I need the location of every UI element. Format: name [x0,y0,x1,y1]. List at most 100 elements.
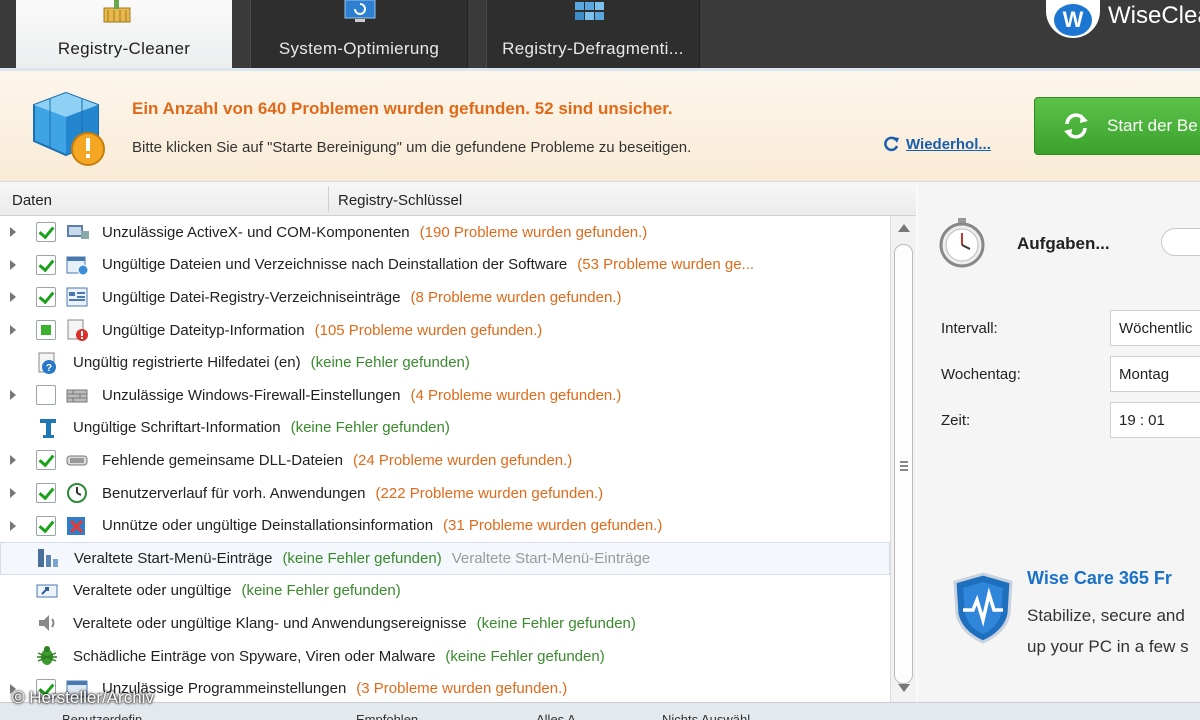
row-status: (keine Fehler gefunden) [445,647,605,665]
table-row[interactable]: Unnütze oder ungültige Deinstallationsin… [0,509,890,542]
row-label: Ungültige Datei-Registry-Verzeichniseint… [102,288,401,306]
column-divider[interactable] [328,186,329,212]
table-row[interactable]: Ungültige Schriftart-Information (keine F… [0,412,890,445]
row-label: Unnütze oder ungültige Deinstallationsin… [102,517,434,535]
interval-label: Intervall: [941,320,998,337]
schedule-toggle[interactable] [1161,228,1200,256]
row-text: Ungültige Dateityp-Information (105 Probl… [102,322,542,339]
table-row[interactable]: Unzulässige ActiveX- und COM-Komponenten… [0,216,890,249]
copyright-watermark: © Hersteller/Archiv [12,688,154,707]
row-label: Veraltete oder ungültige Klang- und Anwe… [73,614,467,632]
row-text: Veraltete oder ungültige Klang- und Anwe… [73,615,636,632]
malware-bug-icon [37,646,57,666]
table-row[interactable]: Schädliche Einträge von Spyware, Viren o… [0,640,890,673]
vertical-scrollbar[interactable] [890,216,916,702]
activex-icon [67,225,89,240]
tasks-title: Aufgaben... [1017,234,1110,253]
recommended-link[interactable]: Empfohlen [356,712,418,720]
banner-title: Ein Anzahl von 640 Problemen wurden gefu… [132,99,673,118]
banner-subtitle: Bitte klicken Sie auf "Starte Bereinigun… [132,139,692,156]
row-checkbox[interactable] [36,320,56,341]
expand-arrow-icon[interactable] [10,292,16,303]
table-row[interactable]: Fehlende gemeinsame DLL-Dateien (24 Probl… [0,444,890,477]
row-checkbox[interactable] [36,450,56,471]
expand-arrow-icon[interactable] [10,227,16,238]
expand-arrow-icon[interactable] [10,488,16,499]
row-text: Ungültige Dateien und Verzeichnisse nach… [102,256,754,273]
table-row[interactable]: Veraltete oder ungültige Klang- und Anwe… [0,607,890,640]
tab-system-optimization[interactable]: System-Optimierung [250,0,468,68]
table-row[interactable]: Ungültige Dateityp-Information (105 Probl… [0,314,890,347]
row-checkbox[interactable] [36,515,56,536]
table-row[interactable]: ? Ungültig registrierte Hilfedatei (en) (k… [0,346,890,379]
row-checkbox[interactable] [36,287,56,308]
row-status: (105 Probleme wurden gefunden.) [314,321,543,339]
row-status: (4 Probleme wurden gefunden.) [410,386,622,404]
table-row[interactable]: Veraltete oder ungültige (keine Fehler ge… [0,575,890,608]
custom-selection-link[interactable]: Benutzerdefin... [62,712,153,720]
select-all-link[interactable]: Alles A... [536,712,587,720]
expand-arrow-icon[interactable] [10,390,16,401]
scroll-up-arrow-icon[interactable] [898,224,910,232]
table-row[interactable]: Veraltete Start-Menü-Einträge (keine Fehl… [0,541,890,575]
row-text: Ungültig registrierte Hilfedatei (en) (ke… [73,354,470,371]
interval-select[interactable]: Wöchentlic [1110,310,1200,346]
top-bar: Registry-Cleaner System-Optimierung Regi… [0,0,1200,68]
weekday-label: Wochentag: [941,366,1021,383]
start-cleanup-button[interactable]: Start der Be [1034,97,1200,155]
tab-label: Registry-Defragmenti... [502,39,684,58]
registry-cube-warning-icon [33,91,105,166]
table-row[interactable]: Unzulässige Windows-Firewall-Einstellung… [0,379,890,412]
row-checkbox[interactable] [36,222,56,243]
scroll-thumb[interactable] [894,244,913,684]
wise-logo: W [1046,0,1100,38]
column-header-key[interactable]: Registry-Schlüssel [338,192,462,209]
row-status: (keine Fehler gefunden) [290,419,450,437]
scroll-down-arrow-icon[interactable] [898,684,910,692]
start-menu-icon [38,549,58,568]
row-label: Ungültig registrierte Hilfedatei (en) [73,354,301,372]
row-label: Ungültige Dateityp-Information [102,321,305,339]
repeat-scan-link[interactable]: Wiederhol... [882,135,991,153]
refresh-icon [884,136,899,152]
tab-registry-defrag[interactable]: Registry-Defragmenti... [486,0,700,68]
dll-icon [66,455,88,466]
shield-pulse-icon[interactable] [951,572,1015,644]
column-header-data[interactable]: Daten [12,192,52,209]
table-row[interactable]: Benutzerverlauf für vorh. Anwendungen (22… [0,477,890,510]
expand-arrow-icon[interactable] [10,520,16,531]
row-checkbox[interactable] [36,385,56,406]
table-header: Daten Registry-Schlüssel [0,182,916,216]
table-row[interactable]: Ungültige Datei-Registry-Verzeichniseint… [0,281,890,314]
filetype-error-icon [67,319,88,342]
uninstall-folder-icon [66,256,89,276]
selection-bar: Benutzerdefin... Empfohlen Alles A... Ni… [0,702,1200,720]
row-text: Schädliche Einträge von Spyware, Viren o… [73,648,605,665]
time-input[interactable]: 19 : 01 [1110,402,1200,438]
promo-title[interactable]: Wise Care 365 Fr [1027,568,1172,589]
repeat-scan-label: Wiederhol... [906,135,991,153]
weekday-select[interactable]: Montag [1110,356,1200,392]
row-text: Unnütze oder ungültige Deinstallationsin… [102,517,662,534]
row-registry-key: Veraltete Start-Menü-Einträge [451,549,651,567]
expand-arrow-icon[interactable] [10,259,16,270]
select-none-link[interactable]: Nichts Auswähl... [662,712,761,720]
stopwatch-icon [939,218,985,268]
row-text: Ungültige Schriftart-Information (keine F… [73,419,450,436]
row-text: Fehlende gemeinsame DLL-Dateien (24 Probl… [102,452,572,469]
row-checkbox[interactable] [36,483,56,504]
promo-text: Stabilize, secure and up your PC in a fe… [1027,600,1189,662]
row-status: (keine Fehler gefunden) [282,549,442,567]
firewall-icon [66,389,88,403]
tab-registry-cleaner[interactable]: Registry-Cleaner [16,0,232,68]
row-text: Veraltete oder ungültige (keine Fehler ge… [73,582,401,599]
expand-arrow-icon[interactable] [10,325,16,336]
expand-arrow-icon[interactable] [10,455,16,466]
row-status: (190 Probleme wurden gefunden.) [419,223,648,241]
table-row[interactable]: Ungültige Dateien und Verzeichnisse nach… [0,249,890,282]
registry-entry-icon [66,287,88,307]
row-text: Ungültige Datei-Registry-Verzeichniseint… [102,289,621,306]
row-status: (keine Fehler gefunden) [310,354,470,372]
row-status: (53 Probleme wurden ge... [577,256,755,274]
row-checkbox[interactable] [36,254,56,275]
